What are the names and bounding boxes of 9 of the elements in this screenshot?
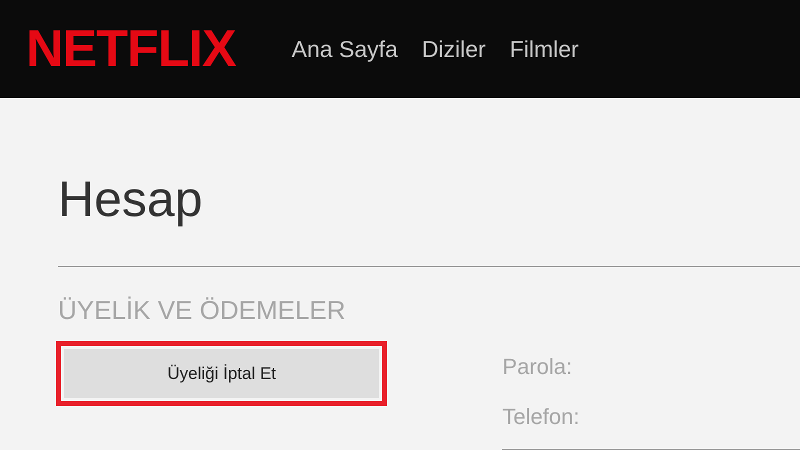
cancel-membership-button[interactable]: Üyeliği İptal Et — [64, 349, 380, 398]
field-label: Parola: — [502, 352, 574, 380]
netflix-logo[interactable]: NETFLIX — [26, 18, 236, 80]
page-title: Hesap — [58, 174, 204, 224]
nav-link[interactable]: Filmler — [510, 32, 579, 66]
nav-link[interactable]: Ana Sayfa — [292, 32, 398, 66]
section-heading: ÜYELİK VE ÖDEMELER — [58, 297, 346, 323]
nav-link[interactable]: Diziler — [422, 32, 486, 66]
field-label: Telefon: — [502, 402, 580, 430]
